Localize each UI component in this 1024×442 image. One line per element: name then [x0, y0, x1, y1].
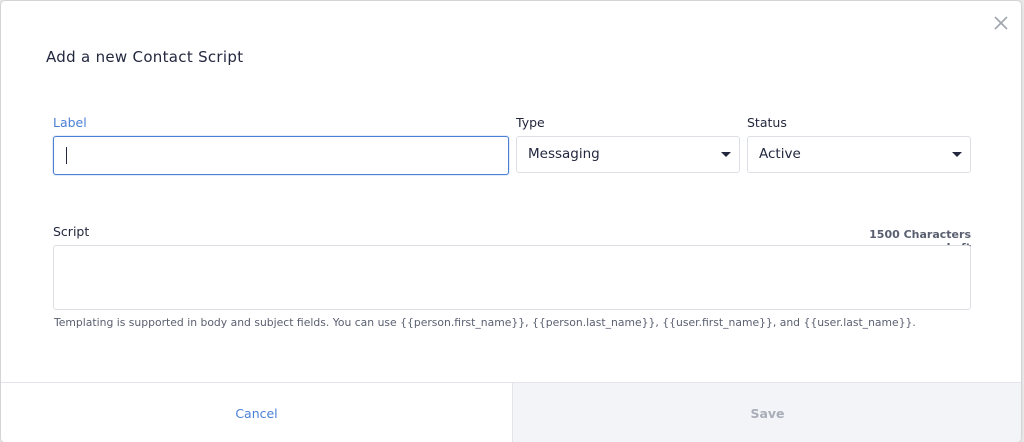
type-select-value: Messaging	[528, 146, 600, 162]
status-select-value: Active	[759, 146, 801, 162]
text-caret	[66, 147, 67, 164]
label-input[interactable]	[53, 136, 509, 175]
modal-footer: Cancel Save	[1, 382, 1021, 442]
type-field-label: Type	[516, 115, 545, 130]
script-field-label: Script	[53, 224, 90, 239]
caret-down-icon	[952, 152, 962, 157]
status-select[interactable]: Active	[747, 136, 971, 173]
type-select[interactable]: Messaging	[516, 136, 740, 173]
close-button[interactable]	[991, 13, 1011, 33]
contact-script-modal: Add a new Contact Script Label Type Mess…	[1, 1, 1021, 442]
caret-down-icon	[721, 152, 731, 157]
script-textarea[interactable]	[53, 245, 971, 310]
templating-help-text: Templating is supported in body and subj…	[54, 316, 916, 329]
cancel-button[interactable]: Cancel	[1, 383, 512, 442]
status-field-label: Status	[747, 115, 787, 130]
modal-title: Add a new Contact Script	[46, 48, 244, 66]
close-icon	[994, 16, 1008, 30]
label-field-label: Label	[53, 115, 87, 130]
save-button[interactable]: Save	[512, 383, 1021, 442]
